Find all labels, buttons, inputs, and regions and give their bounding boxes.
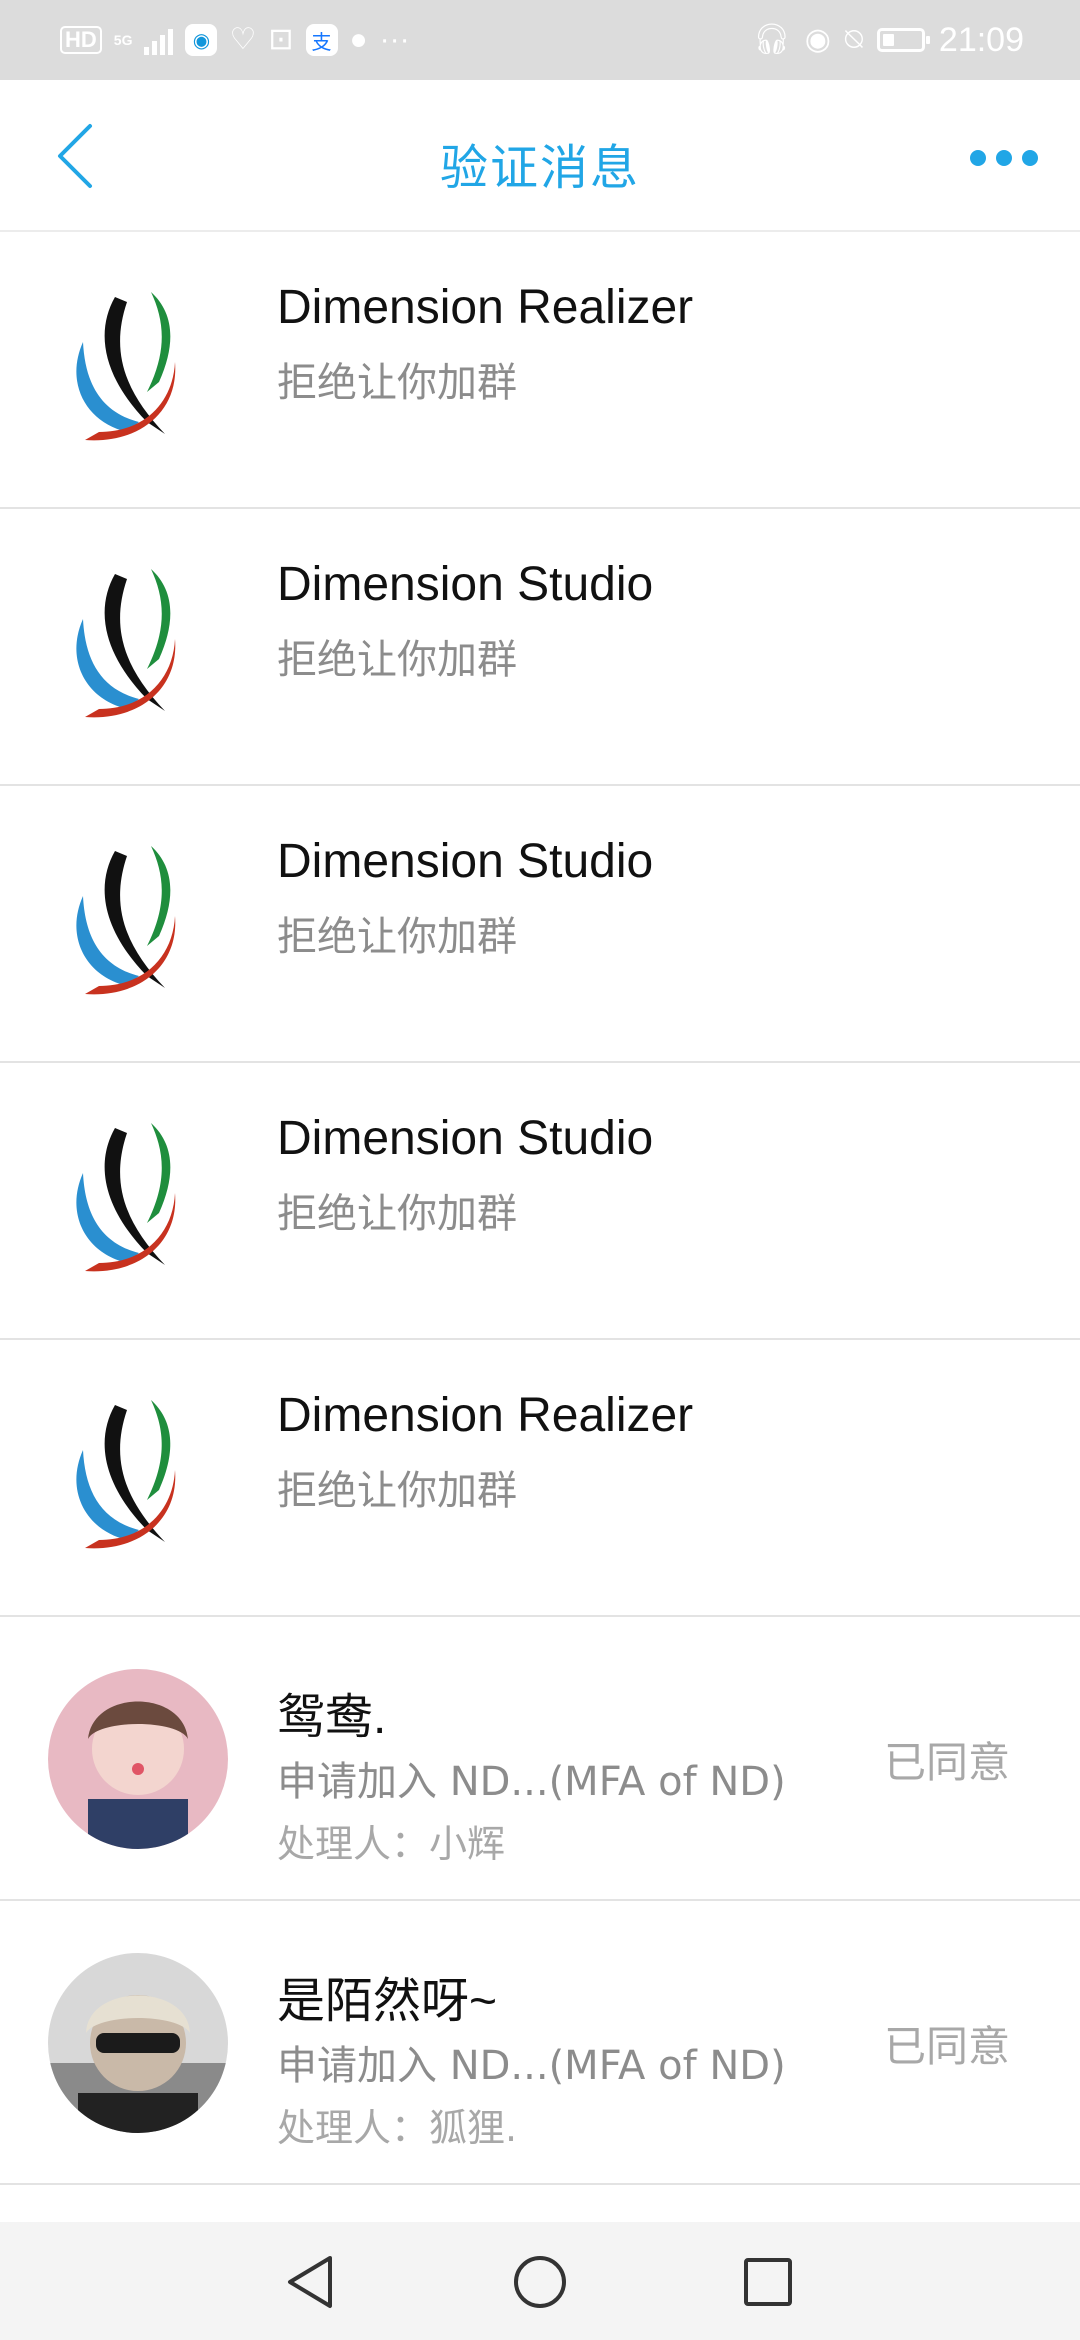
message-text: 拒绝让你加群 <box>277 637 517 683</box>
group-logo-icon <box>76 1400 176 1549</box>
group-logo-icon <box>76 1123 176 1272</box>
more-dots-icon <box>970 150 986 166</box>
list-item[interactable]: Dimension Realizer 拒绝让你加群 <box>0 1340 1080 1617</box>
handler-text: 处理人：小辉 <box>277 1822 506 1866</box>
nav-back-button[interactable] <box>278 2250 342 2314</box>
status-badge: 已同意 <box>883 2022 1010 2071</box>
message-name: Dimension Studio <box>277 558 654 611</box>
hd-badge: HD <box>60 26 102 54</box>
message-text: 拒绝让你加群 <box>277 1468 517 1514</box>
list-item[interactable]: Dimension Studio 拒绝让你加群 <box>0 1063 1080 1340</box>
more-options-button[interactable] <box>954 136 1054 180</box>
system-nav-bar <box>0 2222 1080 2340</box>
header-bar: 验证消息 <box>0 80 1080 232</box>
signal-icon <box>144 25 174 55</box>
status-bar: HD 5G ◉ ♡ ⊡ 支 ● ··· 🎧︎ ◉ ⍉ 21:09 <box>0 0 1080 80</box>
group-logo-icon <box>76 569 176 718</box>
message-name: Dimension Realizer <box>277 1389 694 1442</box>
list-item[interactable]: Dimension Realizer 拒绝让你加群 <box>0 232 1080 509</box>
status-badge: 已同意 <box>883 1738 1010 1787</box>
message-name: Dimension Studio <box>277 1112 654 1165</box>
avatar[interactable] <box>48 1669 228 1849</box>
message-text: 申请加入 ND...(MFA of ND) <box>277 2043 786 2089</box>
mute-icon: ⍉ <box>844 23 863 56</box>
circle-home-icon <box>514 2256 566 2308</box>
bilibili-icon: ⊡ <box>268 23 294 56</box>
group-logo-icon <box>76 292 176 441</box>
message-text: 拒绝让你加群 <box>277 914 517 960</box>
message-name: 是陌然呀~ <box>277 1975 498 2028</box>
handler-text: 处理人：狐狸. <box>277 2106 518 2150</box>
message-list: Dimension Realizer 拒绝让你加群 Dimension Stud… <box>0 232 1080 2185</box>
square-recents-icon <box>744 2258 792 2306</box>
message-name: Dimension Studio <box>277 835 654 888</box>
clock: 21:09 <box>938 20 1024 59</box>
list-item[interactable]: 鸳鸯. 申请加入 ND...(MFA of ND) 处理人：小辉 已同意 <box>0 1617 1080 1901</box>
network-type: 5G <box>113 32 133 48</box>
status-left-icons: HD 5G ◉ ♡ ⊡ 支 ● ··· <box>60 18 410 62</box>
qq-app-icon: ◉ <box>185 24 218 56</box>
nav-recents-button[interactable] <box>736 2250 800 2314</box>
chat-bubble-icon: ● <box>349 23 368 56</box>
message-name: 鸳鸯. <box>277 1691 387 1744</box>
status-right-icons: 🎧︎ ◉ ⍉ 21:09 <box>753 18 1024 62</box>
eye-icon: ◉ <box>804 23 831 56</box>
list-item[interactable]: 是陌然呀~ 申请加入 ND...(MFA of ND) 处理人：狐狸. 已同意 <box>0 1901 1080 2185</box>
headphones-icon: 🎧︎ <box>752 23 791 56</box>
more-notifications: ··· <box>379 23 410 56</box>
message-text: 拒绝让你加群 <box>277 360 517 406</box>
page-title: 验证消息 <box>439 140 640 196</box>
message-text: 申请加入 ND...(MFA of ND) <box>277 1759 786 1805</box>
triangle-back-icon <box>288 2256 332 2308</box>
group-logo-icon <box>76 846 176 995</box>
nav-home-button[interactable] <box>508 2250 572 2314</box>
health-icon: ♡ <box>229 23 257 56</box>
list-item[interactable]: Dimension Studio 拒绝让你加群 <box>0 786 1080 1063</box>
alipay-icon: 支 <box>305 24 338 56</box>
message-text: 拒绝让你加群 <box>277 1191 517 1237</box>
avatar[interactable] <box>48 1953 228 2133</box>
battery-icon <box>876 28 930 52</box>
list-item[interactable]: Dimension Studio 拒绝让你加群 <box>0 509 1080 786</box>
message-name: Dimension Realizer <box>277 281 694 334</box>
